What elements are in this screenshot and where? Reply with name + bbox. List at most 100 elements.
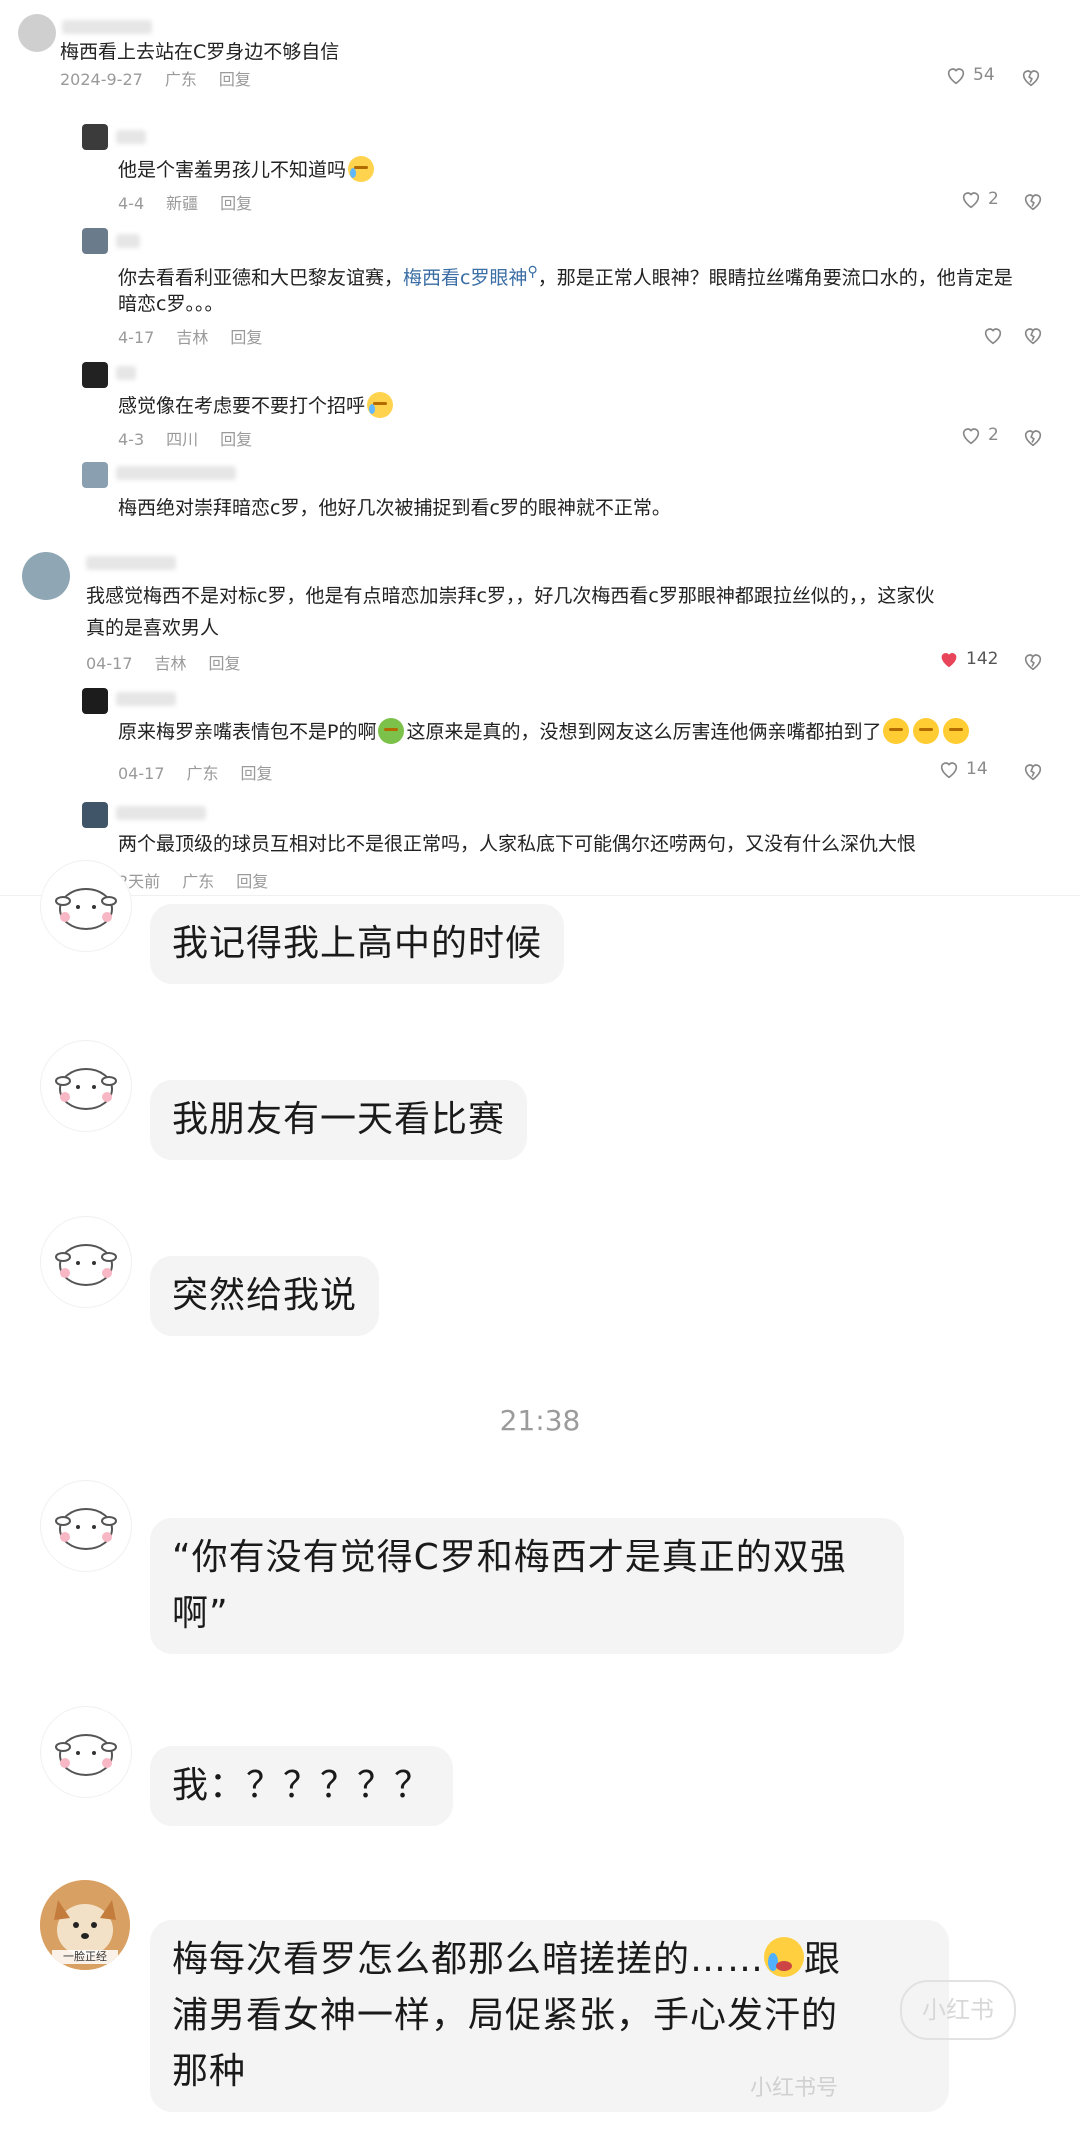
kiss-emoji-icon bbox=[883, 718, 910, 744]
comment-text: 梅西看上去站在C罗身边不够自信 bbox=[60, 41, 340, 63]
heart-icon bbox=[962, 192, 980, 209]
comment-text-part: ，那是正常人眼神？眼睛拉丝嘴角要流口水的，他肯定是 bbox=[537, 267, 1013, 289]
avatar[interactable] bbox=[22, 552, 70, 600]
reply-button[interactable]: 回复 bbox=[241, 764, 273, 783]
avatar[interactable] bbox=[82, 462, 108, 488]
shiba-avatar[interactable]: 一脸正经 bbox=[40, 1880, 130, 1970]
like-count: 14 bbox=[966, 759, 988, 779]
like-button[interactable]: 2 bbox=[960, 188, 999, 210]
comment-location: 广东 bbox=[164, 70, 197, 89]
dislike-icon[interactable] bbox=[1022, 426, 1044, 448]
dislike-icon[interactable] bbox=[1022, 650, 1044, 672]
like-count: 2 bbox=[988, 425, 999, 445]
chat-bubble-line: 梅每次看罗怎么都那么暗搓搓的…… 跟 bbox=[172, 1932, 927, 1988]
dislike-icon[interactable] bbox=[1022, 324, 1044, 346]
sheep-avatar[interactable] bbox=[40, 1706, 132, 1798]
comment-meta: 2024-9-27 广东 回复 bbox=[60, 66, 273, 90]
avatar[interactable] bbox=[82, 688, 108, 714]
sheep-icon bbox=[55, 1244, 117, 1286]
chat-bubble: 我：？？？？？ bbox=[150, 1746, 454, 1826]
reply-button[interactable]: 回复 bbox=[219, 70, 251, 89]
comment-location: 新疆 bbox=[166, 194, 199, 213]
chat-bubble: 我记得我上高中的时候 bbox=[150, 904, 565, 984]
comment-text-content: 感觉像在考虑要不要打个招呼 bbox=[118, 395, 366, 417]
like-button[interactable]: 142 bbox=[938, 648, 998, 670]
username-blurred bbox=[116, 692, 176, 706]
search-icon: ⚲ bbox=[527, 264, 538, 280]
sheep-avatar[interactable] bbox=[40, 1040, 132, 1132]
comment-text-part: 你去看看利亚德和大巴黎友谊赛， bbox=[118, 267, 404, 289]
avatar[interactable] bbox=[82, 362, 108, 388]
comment-meta: 04-17 吉林 回复 bbox=[86, 650, 263, 674]
comment-date: 4-4 bbox=[118, 194, 145, 213]
comment-text-line2: 暗恋c罗。。。 bbox=[118, 293, 224, 315]
avatar[interactable] bbox=[82, 124, 108, 150]
like-button[interactable]: 54 bbox=[945, 64, 995, 86]
like-count: 142 bbox=[966, 649, 999, 669]
comment-location: 四川 bbox=[166, 430, 199, 449]
username-blurred bbox=[86, 556, 176, 570]
comment-location: 吉林 bbox=[176, 328, 209, 347]
chat-timestamp: 21:38 bbox=[499, 1404, 581, 1437]
search-link[interactable]: 梅西看c罗眼神 bbox=[403, 267, 527, 289]
comment-text-part: 这原来是真的，没想到网友这么厉害连他俩亲嘴都拍到了 bbox=[406, 721, 882, 743]
liked-heart-icon bbox=[941, 653, 957, 668]
comment-text: 你去看看利亚德和大巴黎友谊赛，梅西看c罗眼神⚲，那是正常人眼神？眼睛拉丝嘴角要流… bbox=[118, 256, 1013, 294]
chat-text-part: 梅每次看罗怎么都那么暗搓搓的…… bbox=[172, 1939, 765, 1980]
heart-icon bbox=[947, 68, 965, 85]
watermark-source: 小红书号 bbox=[750, 2076, 839, 2101]
watermark-logo: 小红书 bbox=[900, 1980, 1016, 2040]
like-count: 54 bbox=[973, 65, 995, 85]
chat-text-part: 跟 bbox=[804, 1939, 842, 1980]
emoji-icon bbox=[378, 718, 405, 744]
avatar-caption: 一脸正经 bbox=[63, 1950, 107, 1963]
heart-icon[interactable] bbox=[982, 324, 1004, 346]
username-blurred bbox=[116, 234, 140, 248]
username-blurred bbox=[116, 806, 206, 820]
crying-laughing-emoji-icon bbox=[348, 156, 375, 182]
comment-text: 感觉像在考虑要不要打个招呼 bbox=[118, 390, 395, 422]
username-blurred bbox=[116, 366, 136, 380]
reply-button[interactable]: 回复 bbox=[236, 872, 268, 891]
heart-icon bbox=[962, 428, 980, 445]
comment-text-part: 原来梅罗亲嘴表情包不是P的啊 bbox=[118, 721, 377, 743]
reply-button[interactable]: 回复 bbox=[220, 430, 252, 449]
comment-date: 04-17 bbox=[86, 654, 133, 673]
crying-face-emoji-icon bbox=[764, 1937, 805, 1977]
avatar[interactable] bbox=[82, 802, 108, 828]
section-divider bbox=[0, 895, 1080, 896]
comment-meta: 2天前 广东 回复 bbox=[118, 868, 290, 892]
chat-bubble: “你有没有觉得C罗和梅西才是真正的双强 啊” bbox=[150, 1518, 904, 1654]
reply-button[interactable]: 回复 bbox=[209, 654, 241, 673]
username-blurred bbox=[116, 466, 236, 480]
comment-date: 04-17 bbox=[118, 764, 165, 783]
dislike-icon[interactable] bbox=[1022, 760, 1044, 782]
avatar[interactable] bbox=[18, 14, 56, 52]
comment-text-content: 他是个害羞男孩儿不知道吗 bbox=[118, 159, 347, 181]
sheep-icon bbox=[55, 1508, 117, 1550]
comment-location: 广东 bbox=[186, 764, 219, 783]
like-button[interactable]: 2 bbox=[960, 424, 999, 446]
chat-bubble-line: 啊” bbox=[172, 1593, 229, 1634]
chat-bubble: 我朋友有一天看比赛 bbox=[150, 1080, 528, 1160]
sheep-icon bbox=[55, 888, 117, 930]
comment-date: 4-3 bbox=[118, 430, 145, 449]
sheep-avatar[interactable] bbox=[40, 860, 132, 952]
reply-button[interactable]: 回复 bbox=[220, 194, 252, 213]
comment-meta: 4-3 四川 回复 bbox=[118, 426, 274, 450]
comment-text-line2: 真的是喜欢男人 bbox=[86, 617, 220, 639]
dislike-icon[interactable] bbox=[1022, 190, 1044, 212]
sheep-avatar[interactable] bbox=[40, 1480, 132, 1572]
chat-bubble-line: 浦男看女神一样，局促紧张，手心发汗的 bbox=[172, 1995, 839, 2036]
avatar[interactable] bbox=[82, 228, 108, 254]
like-count: 2 bbox=[988, 189, 999, 209]
sheep-avatar[interactable] bbox=[40, 1216, 132, 1308]
dislike-icon[interactable] bbox=[1020, 66, 1042, 88]
comment-date: 2024-9-27 bbox=[60, 70, 143, 89]
sheep-icon bbox=[55, 1068, 117, 1110]
chat-bubble: 突然给我说 bbox=[150, 1256, 380, 1336]
comment-text: 我感觉梅西不是对标c罗，他是有点暗恋加崇拜c罗，，好几次梅西看c罗那眼神都跟拉丝… bbox=[86, 585, 935, 607]
reply-button[interactable]: 回复 bbox=[230, 328, 262, 347]
like-button[interactable]: 14 bbox=[938, 758, 988, 780]
comment-text: 他是个害羞男孩儿不知道吗 bbox=[118, 154, 376, 186]
